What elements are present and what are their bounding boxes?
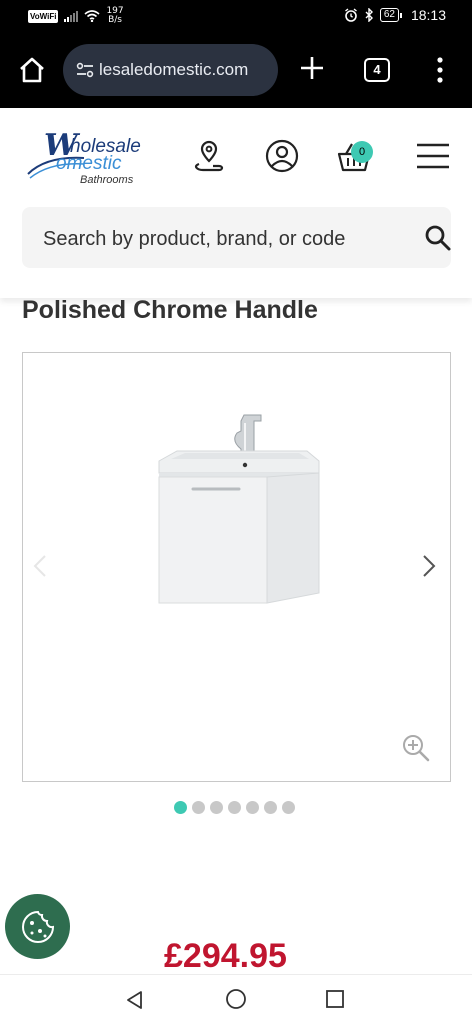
next-image-arrow-icon[interactable] (422, 554, 436, 578)
gallery-dot[interactable] (174, 801, 187, 814)
status-left: VoWiFi 197 B/s (28, 7, 124, 25)
previous-image-arrow-icon[interactable] (33, 554, 47, 578)
tab-switcher-button[interactable]: 4 (364, 58, 390, 82)
more-options-icon[interactable] (436, 56, 444, 84)
url-text[interactable]: lesaledomestic.com (99, 60, 248, 80)
signal-icon (64, 10, 79, 22)
gallery-dot[interactable] (210, 801, 223, 814)
cookie-settings-button[interactable] (5, 894, 70, 959)
hamburger-menu-icon[interactable] (415, 138, 451, 174)
browser-toolbar: lesaledomestic.com 4 (0, 34, 472, 108)
home-icon[interactable] (18, 56, 46, 84)
cookie-icon (22, 910, 55, 943)
account-icon[interactable] (264, 138, 300, 174)
address-bar[interactable]: lesaledomestic.com (63, 44, 278, 96)
new-tab-icon[interactable] (298, 54, 326, 82)
site-header: W holesale omestic Bathrooms 0 Search by… (0, 108, 472, 298)
gallery-dot[interactable] (264, 801, 277, 814)
recent-apps-icon[interactable] (325, 989, 345, 1009)
battery-indicator: 62 (379, 8, 403, 22)
status-time: 18:13 (410, 7, 446, 23)
bluetooth-icon (365, 8, 373, 22)
home-circle-icon[interactable] (225, 988, 247, 1010)
product-title: Polished Chrome Handle (22, 296, 318, 324)
page: VoWiFi 197 B/s 62 18:13 lesaledomestic.c… (0, 0, 472, 1024)
back-icon[interactable] (124, 989, 146, 1011)
product-price: £294.95 (164, 937, 287, 975)
vowifi-badge: VoWiFi (28, 9, 59, 23)
wifi-icon (84, 10, 100, 22)
logo-line3: Bathrooms (80, 174, 134, 186)
status-bar: VoWiFi 197 B/s 62 18:13 (0, 0, 472, 34)
product-image[interactable] (149, 413, 324, 613)
gallery-dot[interactable] (282, 801, 295, 814)
alarm-icon (344, 8, 357, 22)
store-locator-icon[interactable] (191, 138, 227, 174)
search-input[interactable]: Search by product, brand, or code (22, 207, 451, 268)
network-speed: 197 B/s (106, 7, 123, 25)
gallery-dot[interactable] (192, 801, 205, 814)
gallery-dot[interactable] (228, 801, 241, 814)
search-icon[interactable] (424, 224, 452, 252)
product-image-gallery[interactable] (22, 352, 451, 782)
system-navigation-bar (0, 974, 472, 1024)
logo-line2: omestic (56, 153, 122, 174)
speed-unit: B/s (108, 15, 122, 25)
gallery-pagination (174, 801, 295, 814)
site-logo[interactable]: W holesale omestic Bathrooms (26, 124, 166, 198)
zoom-in-icon[interactable] (401, 733, 431, 763)
basket-count-badge: 0 (351, 141, 373, 163)
gallery-dot[interactable] (246, 801, 259, 814)
site-settings-icon[interactable] (75, 60, 95, 80)
status-right: 62 18:13 (344, 7, 446, 23)
search-placeholder[interactable]: Search by product, brand, or code (43, 228, 345, 251)
